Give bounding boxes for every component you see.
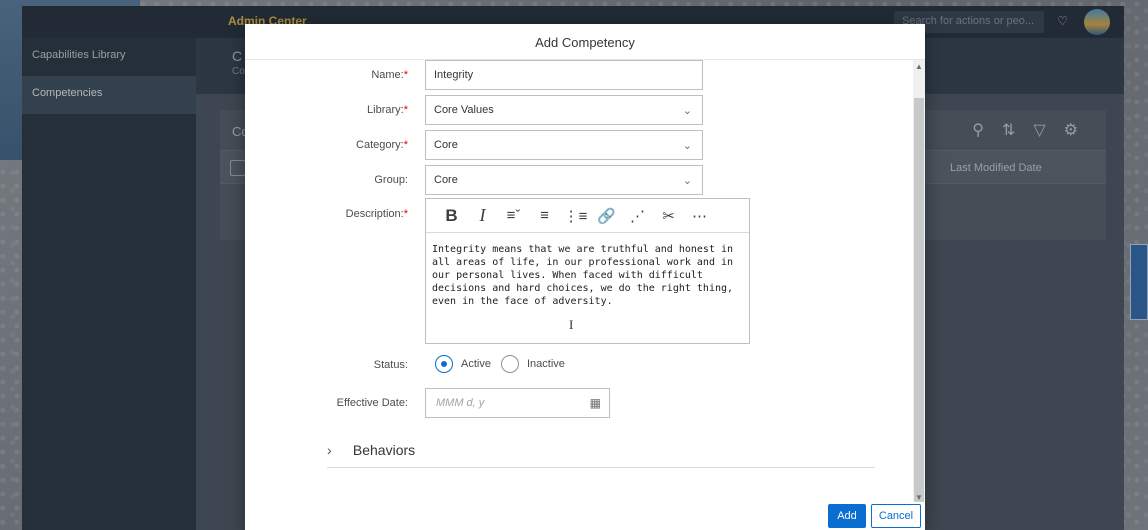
chevron-down-icon: ⌄ — [682, 105, 692, 117]
status-label: Status: — [373, 359, 408, 371]
scroll-up-icon[interactable]: ▲ — [915, 62, 923, 71]
link-icon[interactable]: 🔗 — [591, 207, 622, 225]
library-select[interactable]: Core Values ⌄ — [425, 95, 703, 125]
active-radio-label[interactable]: Active — [461, 358, 491, 370]
scrollbar-thumb[interactable] — [914, 98, 924, 502]
name-field[interactable]: Integrity — [425, 60, 703, 90]
library-value: Core Values — [434, 104, 494, 116]
add-competency-dialog: Add Competency Name:* Integrity Library:… — [245, 24, 925, 530]
effective-date-label: Effective Date: — [336, 397, 408, 409]
active-radio[interactable] — [435, 355, 453, 373]
bold-icon[interactable]: B — [436, 206, 467, 226]
dialog-scroll-area: Name:* Integrity Library:* Core Values ⌄… — [245, 60, 913, 500]
bullet-list-icon[interactable]: ≡ — [529, 207, 560, 224]
effective-date-placeholder: MMM d, y — [436, 397, 485, 409]
chevron-right-icon: › — [327, 442, 332, 458]
inactive-radio-label[interactable]: Inactive — [527, 358, 565, 370]
numbered-list-icon[interactable]: ⋮≡ — [560, 207, 591, 225]
add-button[interactable]: Add — [828, 504, 866, 528]
dialog-footer: Add Cancel — [245, 500, 925, 530]
cut-icon[interactable]: ✂ — [653, 207, 684, 225]
group-value: Core — [434, 174, 458, 186]
more-icon[interactable]: ⋯ — [684, 207, 715, 225]
category-value: Core — [434, 139, 458, 151]
text-cursor-icon: I — [569, 317, 574, 332]
inactive-radio[interactable] — [500, 355, 519, 373]
group-select[interactable]: Core ⌄ — [425, 165, 703, 195]
align-icon[interactable]: ≡ˇ — [498, 207, 529, 224]
behaviors-label: Behaviors — [352, 442, 416, 458]
behaviors-section-toggle[interactable]: › Behaviors — [327, 433, 875, 468]
name-label: Name:* — [371, 69, 408, 81]
library-label: Library:* — [367, 104, 408, 116]
category-label: Category:* — [356, 139, 408, 151]
category-select[interactable]: Core ⌄ — [425, 130, 703, 160]
group-label: Group: — [374, 174, 408, 186]
dialog-title: Add Competency — [245, 24, 925, 60]
description-text[interactable]: Integrity means that we are truthful and… — [426, 233, 749, 318]
status-radio-group: Active Inactive — [435, 355, 565, 373]
calendar-icon[interactable]: ▦ — [590, 396, 601, 410]
description-label: Description:* — [345, 208, 408, 220]
effective-date-field[interactable]: MMM d, y ▦ — [425, 388, 610, 418]
unlink-icon[interactable]: ⋰ — [622, 207, 653, 225]
editor-toolbar: B I ≡ˇ ≡ ⋮≡ 🔗 ⋰ ✂ ⋯ — [426, 199, 749, 233]
description-editor[interactable]: B I ≡ˇ ≡ ⋮≡ 🔗 ⋰ ✂ ⋯ Integrity means that… — [425, 198, 750, 344]
dialog-scrollbar[interactable]: ▲ ▼ — [913, 60, 925, 502]
italic-icon[interactable]: I — [467, 205, 498, 226]
cancel-button[interactable]: Cancel — [871, 504, 921, 528]
chevron-down-icon: ⌄ — [682, 175, 692, 187]
chevron-down-icon: ⌄ — [682, 140, 692, 152]
